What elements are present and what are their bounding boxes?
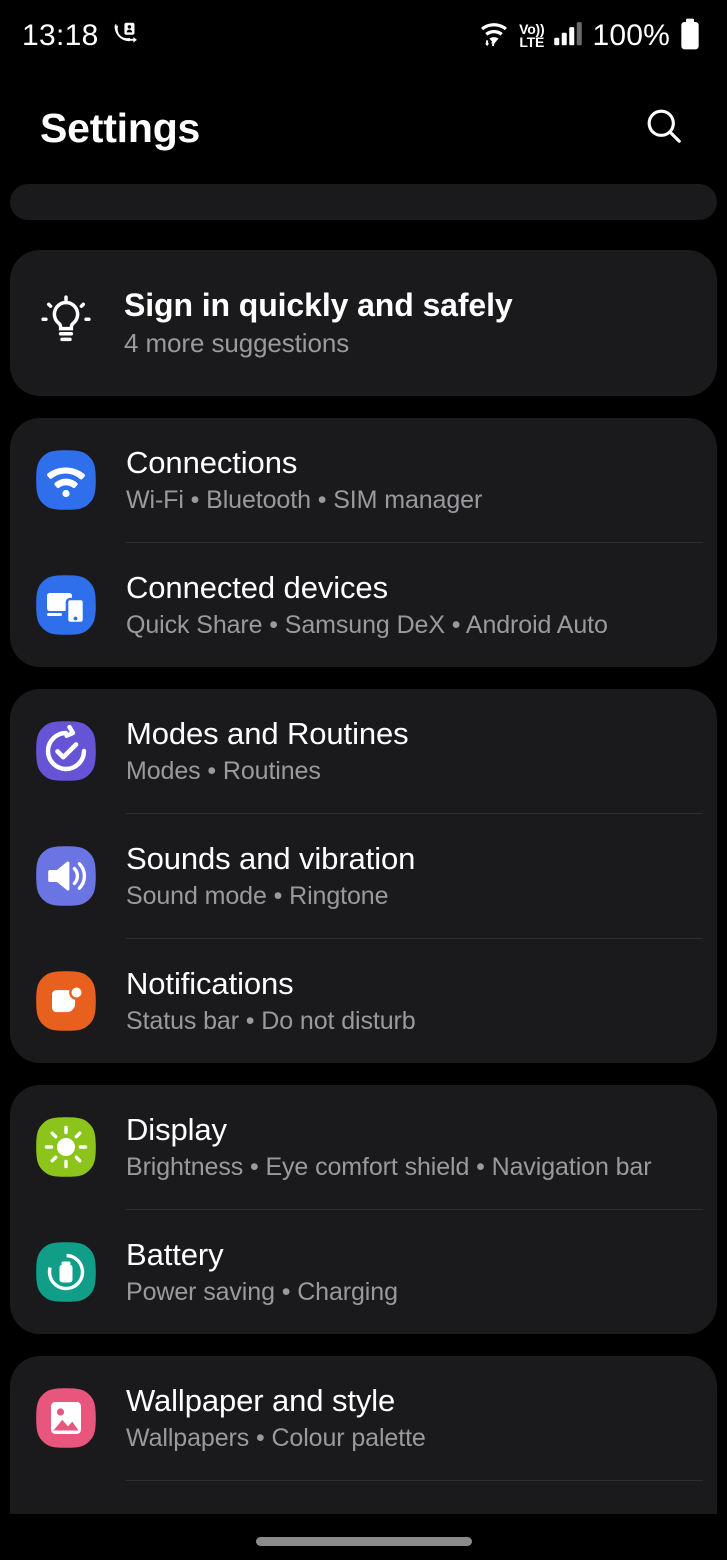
row-title: Sounds and vibration <box>126 840 416 876</box>
clipped-card-above[interactable] <box>10 184 717 220</box>
wifi-icon <box>478 19 510 54</box>
settings-scroll-container[interactable]: Sign in quickly and safely 4 more sugges… <box>0 184 727 1560</box>
gesture-nav-area <box>0 1514 727 1560</box>
row-subtitle: Brightness • Eye comfort shield • Naviga… <box>126 1153 652 1182</box>
row-text: Notifications Status bar • Do not disturb <box>126 965 416 1036</box>
row-text: Connected devices Quick Share • Samsung D… <box>126 569 608 640</box>
search-button[interactable] <box>633 97 695 159</box>
settings-row-wallpaper-and-style[interactable]: Wallpaper and style Wallpapers • Colour p… <box>10 1356 717 1480</box>
app-header: Settings <box>0 72 727 184</box>
row-text: Battery Power saving • Charging <box>126 1236 398 1307</box>
status-bar: 13:18 Vo)) LTE 100% <box>0 0 727 72</box>
settings-row-notifications[interactable]: Notifications Status bar • Do not disturb <box>10 939 717 1063</box>
brightness-sun-icon <box>34 1115 98 1179</box>
row-title: Display <box>126 1111 227 1147</box>
search-icon <box>642 104 686 153</box>
page-title: Settings <box>40 104 201 151</box>
lightbulb-icon <box>34 291 98 355</box>
connections-group: Connections Wi-Fi • Bluetooth • SIM manag… <box>10 418 717 667</box>
row-subtitle: Status bar • Do not disturb <box>126 1007 416 1036</box>
settings-row-connections[interactable]: Connections Wi-Fi • Bluetooth • SIM manag… <box>10 418 717 542</box>
row-subtitle: Sound mode • Ringtone <box>126 882 389 911</box>
row-title: Modes and Routines <box>126 715 409 751</box>
modes-sounds-notifications-group: Modes and Routines Modes • Routines Sounds… <box>10 689 717 1063</box>
row-subtitle: Quick Share • Samsung DeX • Android Auto <box>126 611 608 640</box>
row-title: Connections <box>126 444 298 480</box>
settings-row-sounds-and-vibration[interactable]: Sounds and vibration Sound mode • Rington… <box>10 814 717 938</box>
speaker-icon <box>34 844 98 908</box>
suggestion-card[interactable]: Sign in quickly and safely 4 more sugges… <box>10 250 717 396</box>
connected-devices-icon <box>34 573 98 637</box>
volte-icon: Vo)) LTE <box>519 20 545 50</box>
display-battery-group: Display Brightness • Eye comfort shield •… <box>10 1085 717 1334</box>
row-text: Modes and Routines Modes • Routines <box>126 715 409 786</box>
call-forwarding-icon <box>111 20 139 53</box>
status-bar-left: 13:18 <box>22 19 139 53</box>
row-subtitle: Wallpapers • Colour palette <box>126 1424 426 1453</box>
suggestion-title: Sign in quickly and safely <box>124 286 513 323</box>
check-circle-refresh-icon <box>34 719 98 783</box>
settings-row-display[interactable]: Display Brightness • Eye comfort shield •… <box>10 1085 717 1209</box>
row-title: Notifications <box>126 965 294 1001</box>
row-subtitle: Wi-Fi • Bluetooth • SIM manager <box>126 486 483 515</box>
settings-row-modes-and-routines[interactable]: Modes and Routines Modes • Routines <box>10 689 717 813</box>
battery-percent-label: 100% <box>592 19 670 52</box>
suggestion-text: Sign in quickly and safely 4 more sugges… <box>124 286 513 359</box>
row-title: Connected devices <box>126 569 388 605</box>
wifi-icon <box>34 448 98 512</box>
row-title: Battery <box>126 1236 224 1272</box>
status-bar-right: Vo)) LTE 100% <box>478 18 701 55</box>
battery-full-icon <box>679 18 701 55</box>
suggestion-subtitle: 4 more suggestions <box>124 328 350 359</box>
row-text: Display Brightness • Eye comfort shield •… <box>126 1111 652 1182</box>
settings-row-battery[interactable]: Battery Power saving • Charging <box>10 1210 717 1334</box>
row-text: Sounds and vibration Sound mode • Rington… <box>126 840 416 911</box>
row-title: Wallpaper and style <box>126 1382 396 1418</box>
row-text: Connections Wi-Fi • Bluetooth • SIM manag… <box>126 444 483 515</box>
gesture-nav-pill[interactable] <box>255 1537 472 1546</box>
suggestion-row[interactable]: Sign in quickly and safely 4 more sugges… <box>10 250 717 396</box>
row-subtitle: Power saving • Charging <box>126 1278 398 1307</box>
settings-groups: Connections Wi-Fi • Bluetooth • SIM manag… <box>10 418 717 1541</box>
signal-bars-icon <box>553 20 583 53</box>
row-text: Wallpaper and style Wallpapers • Colour p… <box>126 1382 426 1453</box>
row-subtitle: Modes • Routines <box>126 757 321 786</box>
image-picture-icon <box>34 1386 98 1450</box>
status-bar-clock: 13:18 <box>22 19 99 52</box>
battery-icon <box>34 1240 98 1304</box>
notification-bubble-icon <box>34 969 98 1033</box>
settings-row-connected-devices[interactable]: Connected devices Quick Share • Samsung D… <box>10 543 717 667</box>
